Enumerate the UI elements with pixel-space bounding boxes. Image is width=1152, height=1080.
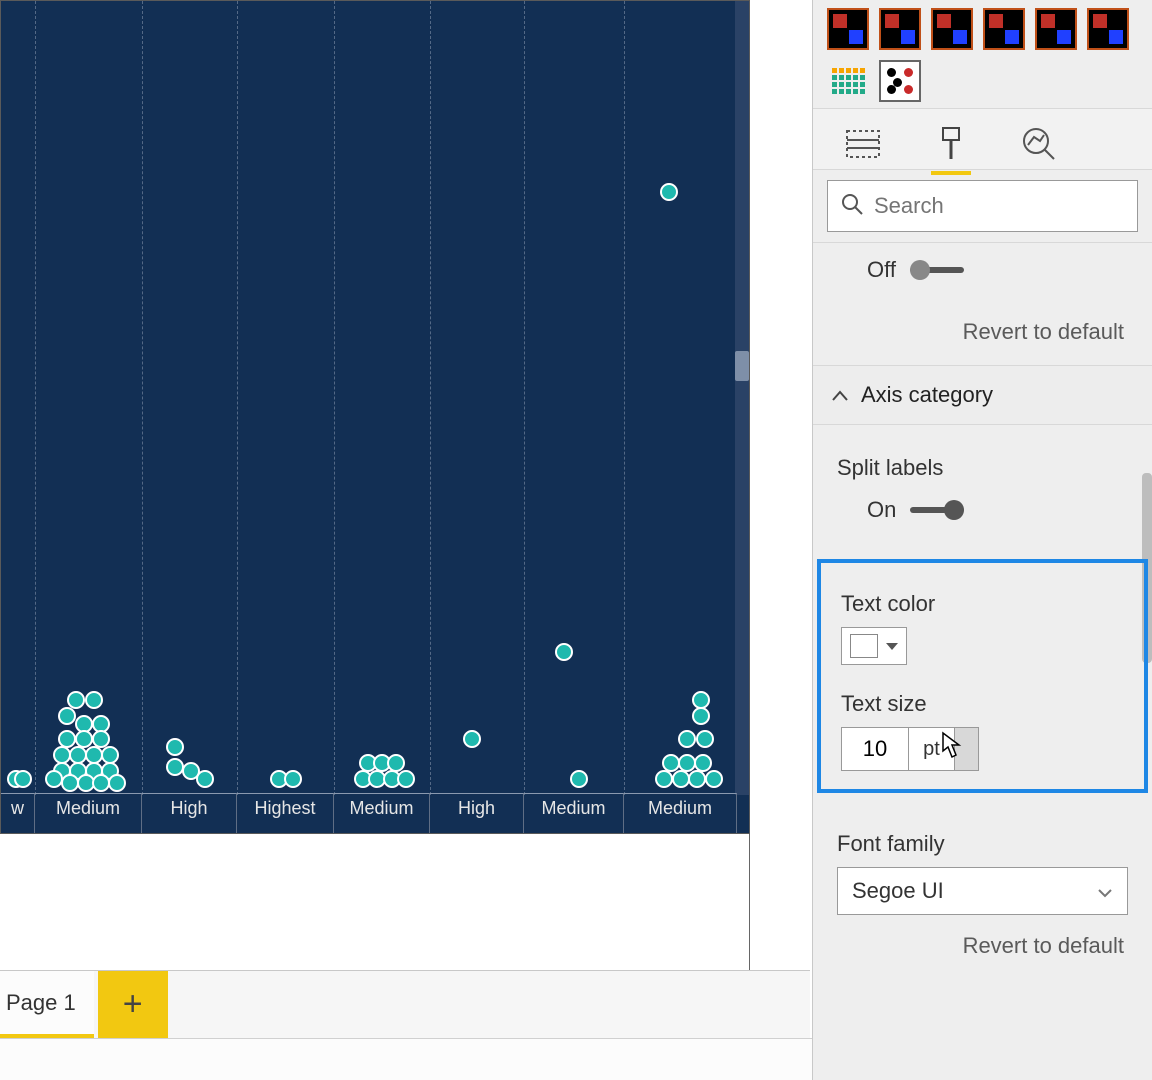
text-size-input[interactable] [841, 727, 909, 771]
data-point[interactable] [463, 730, 481, 748]
search-box[interactable] [827, 180, 1138, 232]
viz-tile-custom-1[interactable] [827, 8, 869, 50]
canvas-empty-area [0, 834, 750, 972]
data-point[interactable] [655, 770, 673, 788]
font-family-label: Font family [837, 817, 1128, 867]
fields-tab-icon[interactable] [843, 124, 883, 164]
text-color-picker[interactable] [841, 627, 907, 665]
search-icon [840, 192, 864, 221]
toggle-label-off: Off [867, 257, 896, 283]
data-point[interactable] [696, 730, 714, 748]
viz-gallery [813, 0, 1152, 108]
data-point[interactable] [672, 770, 690, 788]
axis-category-cell: w [1, 793, 35, 833]
caret-down-icon [886, 643, 898, 650]
split-labels-toggle[interactable]: On [837, 491, 1128, 541]
grid-line [624, 1, 625, 795]
viz-tile-custom-5[interactable] [1035, 8, 1077, 50]
data-point[interactable] [85, 691, 103, 709]
highlighted-text-options: Text color Text size pt [817, 559, 1148, 793]
data-point[interactable] [45, 770, 63, 788]
axis-category-accordion[interactable]: Axis category [813, 365, 1152, 425]
data-point[interactable] [555, 643, 573, 661]
viz-tile-matrix[interactable] [827, 60, 869, 102]
grid-line [334, 1, 335, 795]
data-point[interactable] [688, 770, 706, 788]
chart-visual[interactable]: wMediumHighHighestMediumHighMediumMedium [0, 0, 750, 834]
data-point[interactable] [166, 738, 184, 756]
add-page-button[interactable]: + [98, 971, 168, 1038]
toggle-label-on: On [867, 497, 896, 523]
text-size-unit: pt [909, 727, 955, 771]
data-point[interactable] [196, 770, 214, 788]
viz-tile-custom-6[interactable] [1087, 8, 1129, 50]
viz-tile-custom-4[interactable] [983, 8, 1025, 50]
axis-category-label: Axis category [861, 382, 993, 408]
chart-scrollbar-thumb[interactable] [735, 351, 749, 381]
split-labels-label: Split labels [837, 441, 1128, 491]
page-tab-label: Page 1 [6, 990, 76, 1016]
text-color-label: Text color [841, 577, 1124, 627]
font-family-select[interactable]: Segoe UI [837, 867, 1128, 915]
data-point[interactable] [692, 707, 710, 725]
revert-default-link-1[interactable]: Revert to default [813, 311, 1152, 365]
data-point[interactable] [108, 774, 126, 792]
text-size-spinner[interactable] [955, 727, 979, 771]
chevron-up-icon [831, 382, 849, 408]
grid-line [524, 1, 525, 795]
data-point[interactable] [284, 770, 302, 788]
plus-icon: + [123, 985, 143, 1024]
axis-category-cell: High [142, 793, 237, 833]
axis-category-cell: High [430, 793, 524, 833]
search-input[interactable] [874, 193, 1152, 219]
text-size-label: Text size [841, 665, 1124, 727]
data-point[interactable] [166, 758, 184, 776]
chart-scrollbar-track[interactable] [735, 1, 749, 795]
viz-tile-custom-3[interactable] [931, 8, 973, 50]
revert-default-link-2[interactable]: Revert to default [813, 925, 1152, 979]
page-tab-bar: Page 1 + [0, 970, 810, 1038]
grid-line [35, 1, 36, 795]
viz-tile-custom-2[interactable] [879, 8, 921, 50]
format-tab-bar [813, 108, 1152, 170]
data-point[interactable] [660, 183, 678, 201]
analytics-tab-icon[interactable] [1019, 124, 1059, 164]
viz-tile-dotplot-selected[interactable] [879, 60, 921, 102]
axis-category-cell: Highest [237, 793, 334, 833]
data-point[interactable] [678, 730, 696, 748]
data-point[interactable] [14, 770, 32, 788]
format-tab-icon[interactable] [931, 124, 971, 164]
grid-line [430, 1, 431, 795]
color-swatch [850, 634, 878, 658]
x-axis-category-strip: wMediumHighHighestMediumHighMediumMedium [1, 793, 749, 833]
page-tab-1[interactable]: Page 1 [0, 971, 94, 1038]
axis-category-cell: Medium [524, 793, 624, 833]
font-family-value: Segoe UI [852, 878, 944, 904]
status-bar [0, 1038, 812, 1080]
grid-line [142, 1, 143, 795]
axis-category-cell: Medium [624, 793, 737, 833]
axis-category-cell: Medium [334, 793, 430, 833]
axis-category-cell: Medium [35, 793, 142, 833]
chevron-down-icon [1097, 878, 1113, 904]
visualizations-panel: Off Revert to default Axis category Spli… [812, 0, 1152, 1080]
data-point[interactable] [58, 707, 76, 725]
data-point[interactable] [397, 770, 415, 788]
generic-off-toggle[interactable]: Off [837, 251, 1128, 301]
data-point[interactable] [570, 770, 588, 788]
grid-line [237, 1, 238, 795]
data-point[interactable] [705, 770, 723, 788]
